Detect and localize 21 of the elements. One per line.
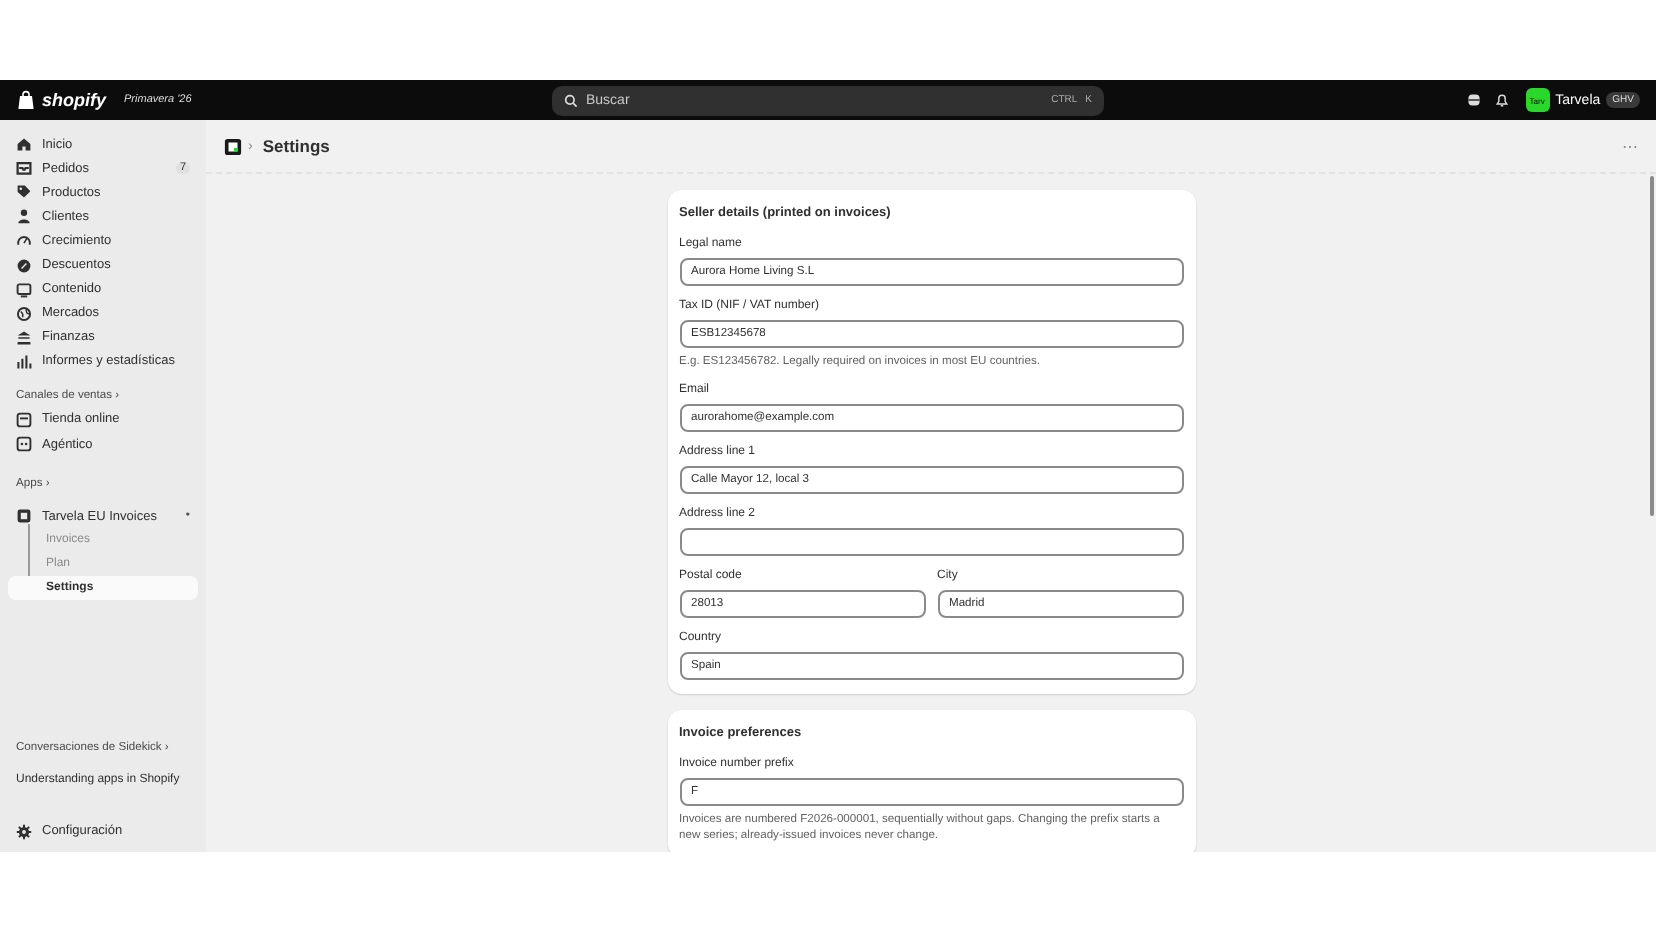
house-icon <box>16 136 32 153</box>
page-title: Settings <box>262 136 330 156</box>
image-icon <box>16 281 32 298</box>
notifications-button[interactable] <box>1493 92 1510 108</box>
person-icon <box>16 208 32 225</box>
search-icon <box>564 93 578 107</box>
tray-icon <box>16 160 32 177</box>
gear-icon <box>16 823 32 840</box>
tag-icon <box>16 184 32 201</box>
robot-icon <box>16 436 32 453</box>
logo-wordmark: shopify <box>42 90 107 110</box>
bell-icon <box>1493 92 1510 108</box>
scrollbar[interactable] <box>1649 176 1654 516</box>
app-square-icon <box>224 137 242 155</box>
storefront-icon <box>16 411 32 428</box>
bar-chart-icon <box>16 353 32 370</box>
input-field[interactable] <box>679 528 1183 556</box>
globe-icon <box>16 305 32 322</box>
gauge-icon <box>16 232 32 249</box>
shopping-bag-icon <box>16 90 36 110</box>
app-square-icon <box>16 508 32 525</box>
